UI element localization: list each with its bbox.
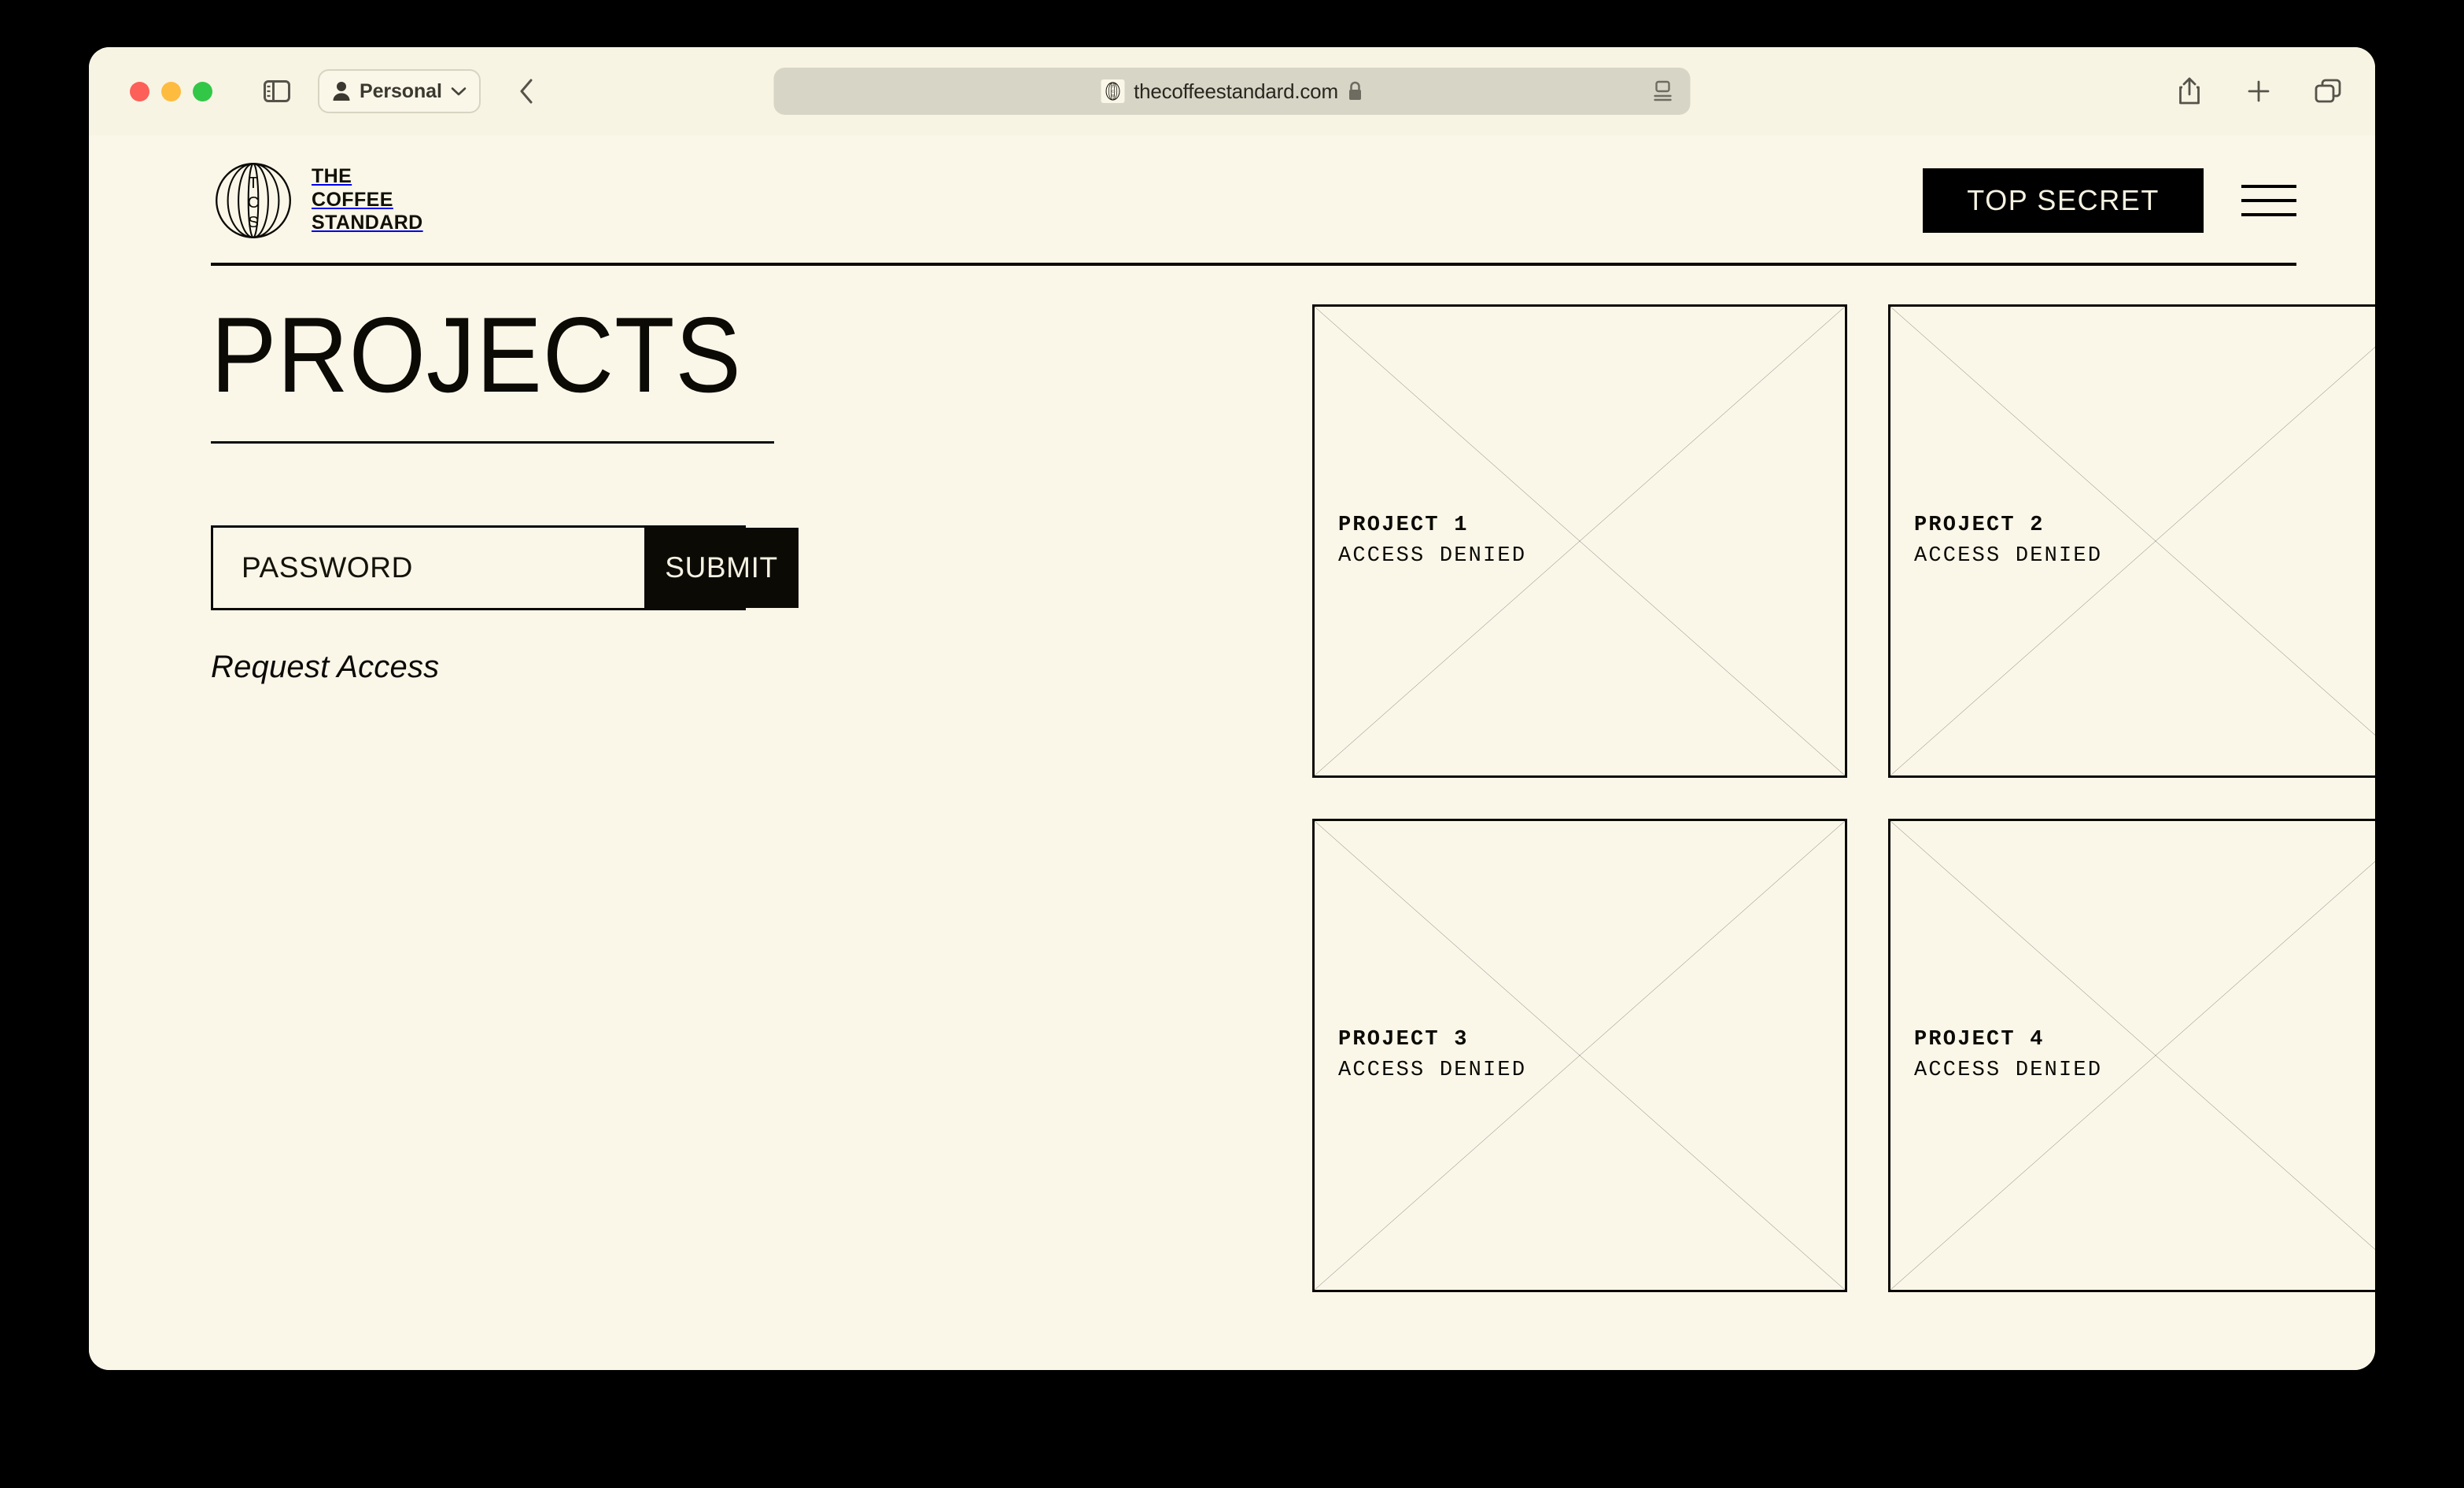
project-card[interactable]: PROJECT 1 ACCESS DENIED: [1312, 304, 1847, 778]
minimize-window-button[interactable]: [161, 81, 181, 101]
project-card-text: PROJECT 3 ACCESS DENIED: [1338, 1025, 1526, 1086]
tab-overview-button[interactable]: [2311, 74, 2345, 109]
svg-text:T: T: [1112, 84, 1114, 88]
brand-logo[interactable]: T C S THE COFFEE STANDARD: [211, 158, 423, 243]
profile-label: Personal: [360, 79, 442, 102]
toolbar-actions: [2172, 74, 2345, 109]
brand-line-2: COFFEE: [312, 188, 393, 211]
title-underline: [211, 441, 774, 444]
site-header: T C S THE COFFEE STANDARD TOP SECRET: [89, 135, 2375, 266]
menu-button[interactable]: [2241, 182, 2296, 219]
url-text: thecoffeestandard.com: [1134, 79, 1338, 103]
main-content: PROJECTS SUBMIT Request Access PROJECT 1: [89, 265, 2375, 1292]
brand-wordmark: THE COFFEE STANDARD: [312, 165, 423, 235]
address-bar[interactable]: T C S thecoffeestandard.com: [773, 68, 1691, 115]
project-title: PROJECT 4: [1914, 1027, 2045, 1052]
project-status: ACCESS DENIED: [1338, 544, 1527, 568]
project-status: ACCESS DENIED: [1914, 544, 2103, 568]
svg-text:C: C: [248, 193, 260, 212]
sidebar-toggle-button[interactable]: [261, 78, 293, 105]
tcs-favicon: T C S: [1101, 79, 1125, 103]
reader-view-button[interactable]: [1653, 80, 1673, 102]
svg-text:C: C: [1111, 89, 1114, 93]
project-status: ACCESS DENIED: [1338, 1059, 1527, 1082]
browser-window: Personal T C S thecoffeestandard.com T C…: [89, 47, 2375, 1370]
chevron-left-icon: [520, 79, 533, 104]
project-card-text: PROJECT 1 ACCESS DENIED: [1338, 510, 1526, 572]
project-status: ACCESS DENIED: [1914, 1059, 2103, 1082]
web-page: T C S THE COFFEE STANDARD TOP SECRET PRO…: [89, 135, 2375, 1370]
svg-text:T: T: [249, 173, 259, 191]
reader-view-icon: [1654, 80, 1672, 101]
header-divider: [211, 263, 2296, 266]
brand-line-1: THE: [312, 165, 352, 188]
hamburger-icon: [2241, 198, 2296, 202]
header-actions: TOP SECRET: [1923, 168, 2296, 233]
plus-icon: [2248, 80, 2270, 102]
page-title: PROJECTS: [211, 295, 742, 414]
project-card-text: PROJECT 4 ACCESS DENIED: [1914, 1025, 2102, 1086]
request-access-link[interactable]: Request Access: [211, 650, 439, 685]
access-panel: PROJECTS SUBMIT Request Access: [211, 301, 1312, 1292]
chevron-down-icon: [451, 87, 467, 95]
project-card[interactable]: PROJECT 3 ACCESS DENIED: [1312, 819, 1847, 1292]
projects-grid: PROJECT 1 ACCESS DENIED PROJECT 2 ACCESS…: [1312, 301, 2375, 1292]
lock-icon: [1348, 81, 1363, 101]
profile-selector[interactable]: Personal: [318, 69, 481, 113]
address-content: T C S thecoffeestandard.com: [1101, 79, 1363, 104]
project-title: PROJECT 1: [1338, 513, 1469, 537]
person-icon: [333, 82, 350, 101]
back-button[interactable]: [511, 76, 542, 107]
project-card[interactable]: PROJECT 4 ACCESS DENIED: [1888, 819, 2375, 1292]
hamburger-icon: [2241, 212, 2296, 216]
maximize-window-button[interactable]: [193, 81, 212, 101]
project-card-text: PROJECT 2 ACCESS DENIED: [1914, 510, 2102, 572]
submit-button[interactable]: SUBMIT: [644, 528, 799, 608]
window-controls: [130, 81, 212, 101]
project-title: PROJECT 2: [1914, 513, 2045, 537]
hamburger-icon: [2241, 184, 2296, 188]
close-window-button[interactable]: [130, 81, 149, 101]
share-button[interactable]: [2172, 74, 2207, 109]
project-card[interactable]: PROJECT 2 ACCESS DENIED: [1888, 304, 2375, 778]
tcs-globe-logo-icon: T C S: [216, 162, 291, 238]
svg-text:S: S: [1112, 94, 1114, 98]
brand-line-3: STANDARD: [312, 212, 423, 234]
sidebar-icon: [264, 80, 290, 102]
tcs-favicon-icon: T C S: [1105, 82, 1120, 101]
share-icon: [2179, 77, 2200, 105]
password-input[interactable]: [213, 528, 644, 608]
top-secret-button[interactable]: TOP SECRET: [1923, 168, 2204, 233]
svg-text:S: S: [248, 213, 259, 231]
password-form: SUBMIT: [211, 525, 799, 610]
tabs-icon: [2315, 79, 2341, 103]
browser-toolbar: Personal T C S thecoffeestandard.com: [89, 47, 2375, 135]
project-title: PROJECT 3: [1338, 1027, 1469, 1052]
new-tab-button[interactable]: [2241, 74, 2276, 109]
